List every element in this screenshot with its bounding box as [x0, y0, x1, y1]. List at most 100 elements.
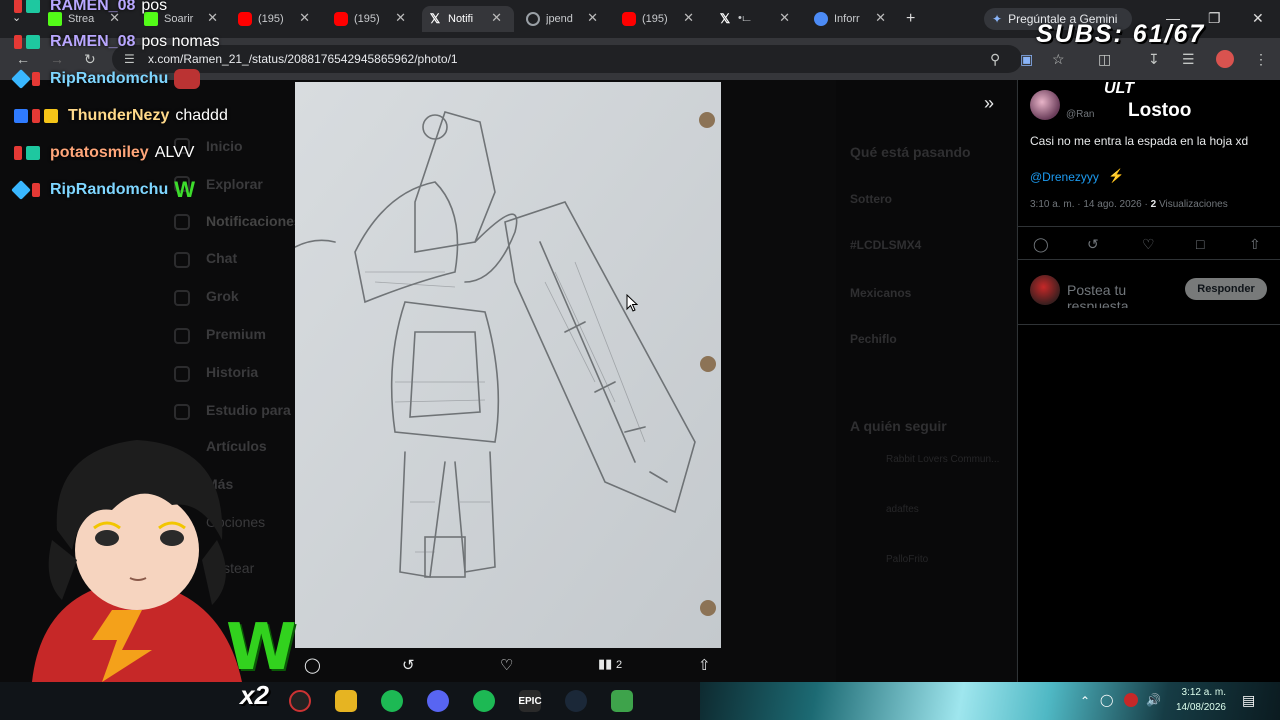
clock-date[interactable]: 14/08/2026 [1166, 702, 1226, 713]
binder-hole [700, 356, 716, 372]
tab-label: Notifi [448, 13, 474, 25]
youtube-icon [238, 12, 252, 26]
post-views-count: 2 [1150, 199, 1157, 210]
reply-button[interactable]: Responder [1185, 278, 1267, 300]
nav-premium[interactable]: Premium [206, 326, 266, 342]
close-window-icon[interactable]: ✕ [1252, 10, 1264, 27]
post-date[interactable]: 14 ago. 2026 [1083, 199, 1141, 210]
url-text[interactable]: x.com/Ramen_21_/status/20881765429458659… [148, 52, 458, 66]
new-tab-icon[interactable]: + [906, 10, 915, 28]
translate-icon[interactable]: ▣ [1020, 51, 1033, 68]
tab-7[interactable]: (195) ✕ [616, 6, 710, 32]
post-time[interactable]: 3:10 a. m. [1030, 199, 1074, 210]
obs-icon[interactable] [289, 690, 311, 712]
views-icon[interactable]: ▮▮ [598, 656, 612, 672]
bookmark-icon[interactable]: □ [1196, 236, 1204, 252]
gemini-sparkle-icon: ✦ [992, 12, 1003, 26]
discord-icon[interactable] [427, 690, 449, 712]
reply-input[interactable]: Postea tu respuesta [1067, 282, 1167, 308]
tray-discord-icon[interactable]: ◯ [1100, 693, 1113, 707]
tab-6[interactable]: jpend ✕ [520, 6, 614, 32]
reply-icon[interactable]: ◯ [1033, 236, 1049, 253]
close-icon[interactable]: ✕ [395, 10, 406, 26]
chat-username: potatosmiley [50, 144, 149, 161]
close-icon[interactable]: ✕ [207, 10, 218, 26]
close-icon[interactable]: ✕ [491, 10, 502, 26]
post-photo[interactable] [295, 82, 721, 648]
xbox-icon[interactable] [381, 690, 403, 712]
tab-8[interactable]: 𝕏 •ட ✕ [712, 6, 806, 32]
post-views-label: Visualizaciones [1158, 199, 1228, 210]
close-icon[interactable]: ✕ [875, 10, 886, 26]
chat-badges [11, 69, 44, 89]
nav-chat[interactable]: Chat [206, 250, 237, 266]
restore-icon[interactable]: ❐ [1208, 10, 1221, 27]
chat-message: RipRandomchu [11, 67, 201, 91]
author-avatar[interactable] [1030, 90, 1060, 120]
share-icon[interactable]: ⇧ [1249, 236, 1261, 253]
grok-icon [174, 290, 190, 306]
binder-hole [699, 112, 715, 128]
youtube-icon [622, 12, 636, 26]
spotify-icon[interactable] [473, 690, 495, 712]
notification-icon[interactable]: ▤ [1242, 692, 1255, 709]
folder-icon[interactable] [335, 690, 357, 712]
tray-app-icon[interactable] [1124, 693, 1138, 707]
author-handle[interactable]: @Ran [1066, 109, 1095, 120]
menu-kebab-icon[interactable]: ⋮ [1254, 51, 1268, 68]
badge-icon [14, 0, 22, 13]
pencil-sketch-image [295, 82, 721, 648]
tab-label: (195) [354, 13, 380, 25]
steam-icon[interactable] [565, 690, 587, 712]
tab-3[interactable]: (195) ✕ [232, 6, 326, 32]
extensions-icon[interactable]: ◫ [1098, 51, 1111, 68]
tray-chevron-icon[interactable]: ⌃ [1080, 694, 1090, 708]
chat-emote: W [174, 177, 195, 202]
tab-5-active[interactable]: 𝕏 Notifi ✕ [422, 6, 514, 32]
media-icon[interactable]: ☰ [1182, 51, 1195, 68]
minecraft-icon[interactable] [611, 690, 633, 712]
nav-history[interactable]: Historia [206, 364, 258, 380]
follow-suggestion[interactable]: adaftes [886, 504, 919, 515]
profile-avatar-icon[interactable] [1216, 50, 1234, 68]
reply-icon[interactable]: ◯ [304, 656, 321, 674]
nav-notifications[interactable]: Notificaciones [206, 213, 302, 229]
download-icon[interactable]: ↧ [1148, 51, 1160, 68]
premium-icon [174, 328, 190, 344]
nav-grok[interactable]: Grok [206, 288, 239, 304]
repost-icon[interactable]: ↺ [1087, 236, 1099, 253]
expand-chevron-icon[interactable]: » [984, 93, 994, 114]
trend-item[interactable]: Pechiflo [850, 332, 897, 346]
close-icon[interactable]: ✕ [299, 10, 310, 26]
chat-message: RipRandomchu W [11, 177, 195, 202]
bookmark-star-icon[interactable]: ☆ [1052, 51, 1065, 68]
epic-games-icon[interactable]: EPIC [518, 690, 542, 712]
volume-icon[interactable]: 🔊 [1146, 693, 1161, 707]
post-mention-link[interactable]: @Drenezyyy [1030, 170, 1099, 184]
tab-4[interactable]: (195) ✕ [328, 6, 422, 32]
close-icon[interactable]: ✕ [683, 10, 694, 26]
x-icon: 𝕏 [719, 11, 731, 26]
badge-icon [32, 109, 40, 123]
like-icon[interactable]: ♡ [500, 656, 513, 674]
bell-icon [174, 214, 190, 230]
follow-suggestion[interactable]: PalloFrito [886, 554, 928, 565]
repost-icon[interactable]: ↺ [402, 656, 415, 674]
w-emote-overlay: W [226, 611, 297, 685]
youtube-icon [334, 12, 348, 26]
like-icon[interactable]: ♡ [1142, 236, 1155, 253]
nav-explore[interactable]: Explorar [206, 176, 263, 192]
tab-9[interactable]: Inforr ✕ [808, 6, 902, 32]
trend-item[interactable]: Mexicanos [850, 286, 911, 300]
zoom-icon[interactable]: ⚲ [990, 51, 1000, 68]
follow-suggestion[interactable]: Rabbit Lovers Commun... [886, 454, 999, 465]
trend-item[interactable]: Sottero [850, 192, 892, 206]
close-icon[interactable]: ✕ [587, 10, 598, 26]
clock-time[interactable]: 3:12 a. m. [1166, 687, 1226, 698]
trend-item[interactable]: #LCDLSMX4 [850, 238, 921, 252]
share-icon[interactable]: ⇧ [698, 656, 711, 674]
site-settings-icon[interactable]: ☰ [124, 52, 135, 66]
nav-home[interactable]: Inicio [206, 138, 243, 154]
close-icon[interactable]: ✕ [779, 10, 790, 26]
post-meta: 3:10 a. m. · 14 ago. 2026 · 2 Visualizac… [1030, 199, 1228, 210]
